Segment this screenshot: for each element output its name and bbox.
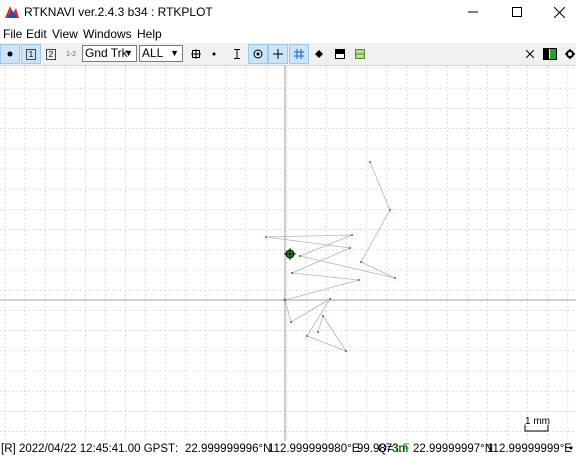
plot-canvas: 1 mm [0,66,576,441]
track-segment [317,315,324,333]
app-icon [4,4,20,20]
chevron-down-icon: ▼ [124,48,133,58]
track-point [265,236,267,238]
status-lat: 22.999999996°N [185,443,272,455]
image-icon [355,49,365,59]
rover1-label: 1 [25,48,37,60]
track-point [394,277,396,279]
menu-bar: File Edit View Windows Help [0,25,576,43]
track-segment [291,247,351,274]
minimize-button[interactable] [452,0,494,24]
status-bullet: • [569,443,574,455]
title-bar: RTKNAVI ver.2.4.3 b34 : RTKPLOT [0,0,576,24]
quality-value: ALL [142,46,164,60]
quality-select[interactable]: ALL ▼ [139,45,183,62]
status-lat2: 22.99999997°N [413,443,494,455]
maximize-button[interactable] [496,0,538,24]
marker-dropdown-button[interactable] [204,44,224,64]
track-segment [291,272,360,281]
target-icon [253,49,263,59]
map-icon [335,49,345,59]
track-point [329,298,331,300]
status-mode: [R] [1,443,16,455]
diamond-icon [315,50,323,58]
status-bar: [R] 2022/04/22 12:45:41.00 GPST : 22.999… [0,442,576,457]
track-point [389,209,391,211]
status-q-label: Q= [378,443,394,455]
show-grid-button[interactable] [289,44,309,64]
rover2-button[interactable]: 2 [41,44,61,64]
minimize-icon [468,11,478,13]
track-point [345,350,347,352]
status-q-value: 1:F [393,443,410,455]
grid-icon [294,49,304,59]
maximize-icon [512,7,522,17]
rover12-button[interactable]: 1-2 [61,44,81,64]
show-image-button[interactable] [350,44,370,64]
rover12-label: 1-2 [65,50,77,58]
show-axis-button[interactable] [268,44,288,64]
rover2-label: 2 [45,48,57,60]
status-lon2: 112.99999999°E [487,443,572,455]
close-icon [526,50,534,58]
track-point [351,234,353,236]
chevron-down-icon: ▼ [170,48,179,58]
scale-label: 1 mm [525,416,550,427]
rover1-button[interactable]: 1 [21,44,41,64]
track-segment [299,255,396,279]
crosshair-box-icon [191,49,201,59]
track-point [306,335,308,337]
dot-icon [7,51,13,57]
close-icon [553,6,565,18]
menu-help[interactable]: Help [137,27,162,41]
center-origin-button[interactable] [248,44,268,64]
options-button[interactable] [560,44,576,64]
error-bar-icon [234,49,240,59]
track-point [349,247,351,249]
gear-icon [565,49,575,59]
ground-track-plot[interactable]: 1 mm [0,66,576,441]
window-title: RTKNAVI ver.2.4.3 b34 : RTKPLOT [24,5,213,19]
track-segment [299,234,353,257]
show-point-button[interactable] [309,44,329,64]
track-segment [265,234,353,238]
track-point [284,299,286,301]
connect-button[interactable] [0,44,20,64]
menu-view[interactable]: View [52,27,78,41]
layout-button[interactable] [540,44,560,64]
menu-windows[interactable]: Windows [83,27,132,41]
clear-button[interactable] [520,44,540,64]
track-point [322,315,324,317]
plus-icon [273,49,283,59]
status-time: 2022/04/22 12:45:41.00 GPST [19,443,176,455]
track-point [369,161,371,163]
zoom-button[interactable] [186,44,206,64]
status-lon: 112.999999980°E [268,443,360,455]
menu-file[interactable]: File [3,27,22,41]
track-point [360,261,362,263]
track-point [299,255,301,257]
track-point [358,279,360,281]
track-point [290,321,292,323]
small-dot-icon [212,52,216,56]
status-sep: : [175,443,179,455]
toolbar: 1 2 1-2 Gnd Trk ▼ ALL ▼ [0,43,576,66]
track-segment [360,209,391,263]
plot-type-select[interactable]: Gnd Trk ▼ [82,45,137,62]
track-point [317,331,319,333]
plot-type-value: Gnd Trk [85,46,128,60]
show-map-button[interactable] [330,44,350,64]
track-point [291,272,293,274]
track-segment [322,315,347,352]
close-button[interactable] [538,0,576,24]
error-bar-button[interactable] [227,44,247,64]
track-segment [265,236,351,249]
window-layout-icon [543,48,557,60]
track-segment [284,299,292,323]
menu-edit[interactable]: Edit [26,27,47,41]
